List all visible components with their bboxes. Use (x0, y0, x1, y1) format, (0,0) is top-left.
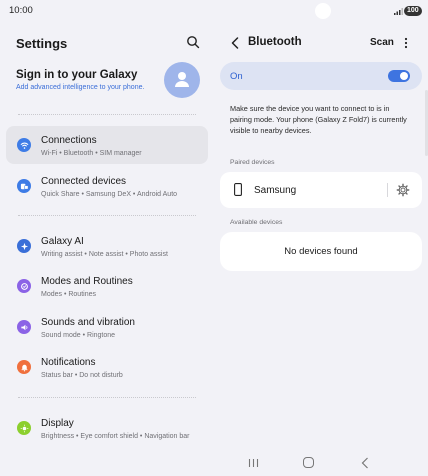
menu-item-subtitle: Brightness • Eye comfort shield • Naviga… (41, 433, 190, 440)
menu-item-subtitle: Sound mode • Ringtone (41, 332, 116, 339)
avatar[interactable] (164, 62, 200, 98)
wifi-icon (17, 138, 31, 152)
menu-item-title: Galaxy AI (41, 236, 84, 247)
menu-item-subtitle: Wi-Fi • Bluetooth • SIM manager (41, 150, 142, 157)
sound-icon (17, 320, 31, 334)
divider (387, 183, 388, 197)
divider (18, 215, 196, 216)
paired-device-samsung[interactable]: Samsung (220, 172, 422, 208)
notification-bell-icon (17, 360, 31, 374)
status-time: 10:00 (9, 5, 33, 16)
menu-item-display[interactable]: Display Brightness • Eye comfort shield … (6, 409, 208, 453)
switch-knob (400, 72, 408, 80)
menu-item-subtitle: Writing assist • Note assist • Photo ass… (41, 251, 168, 258)
divider (18, 397, 196, 398)
more-options-icon[interactable] (402, 36, 410, 50)
battery-icon: 100 (404, 6, 422, 16)
page-title: Settings (16, 36, 68, 51)
menu-item-title: Modes and Routines (41, 276, 133, 287)
person-icon (175, 72, 189, 87)
recents-icon[interactable] (248, 458, 259, 468)
bluetooth-pane: Bluetooth Scan On Make sure the device y… (214, 22, 428, 452)
available-devices-label: Available devices (230, 219, 283, 226)
connected-devices-icon (17, 179, 31, 193)
menu-item-title: Connections (41, 135, 97, 146)
available-devices-card: No devices found (220, 232, 422, 271)
navigation-bar (0, 452, 428, 476)
menu-item-title: Connected devices (41, 176, 127, 187)
bluetooth-switch[interactable] (388, 70, 410, 82)
scan-button[interactable]: Scan (370, 37, 394, 48)
visibility-description: Make sure the device you want to connect… (230, 104, 407, 135)
menu-item-connected-devices[interactable]: Connected devices Quick Share • Samsung … (6, 167, 208, 205)
toggle-label: On (230, 71, 243, 82)
status-bar: 10:00 100 (0, 0, 428, 22)
galaxy-ai-icon (17, 239, 31, 253)
back-arrow-icon[interactable] (230, 37, 240, 49)
page-title: Bluetooth (248, 36, 302, 48)
phone-icon (234, 183, 242, 196)
menu-item-subtitle: Status bar • Do not disturb (41, 372, 123, 379)
display-sun-icon (17, 421, 31, 435)
device-name: Samsung (254, 185, 297, 196)
menu-item-galaxy-ai[interactable]: Galaxy AI Writing assist • Note assist •… (6, 227, 208, 265)
settings-pane: Settings Sign in to your Galaxy Add adva… (0, 22, 214, 452)
menu-item-subtitle: Quick Share • Samsung DeX • Android Auto (41, 191, 178, 198)
gear-icon[interactable] (396, 183, 410, 197)
front-camera-cutout (315, 3, 331, 19)
home-icon[interactable] (303, 457, 314, 468)
modes-icon (17, 279, 31, 293)
paired-devices-label: Paired devices (230, 159, 275, 166)
menu-item-sounds-vibration[interactable]: Sounds and vibration Sound mode • Ringto… (6, 308, 208, 346)
empty-state-text: No devices found (284, 246, 358, 257)
bluetooth-toggle-row[interactable]: On (220, 62, 422, 90)
menu-item-modes-routines[interactable]: Modes and Routines Modes • Routines (6, 267, 208, 305)
signal-icon (394, 8, 403, 15)
menu-item-notifications[interactable]: Notifications Status bar • Do not distur… (6, 348, 208, 386)
menu-item-subtitle: Modes • Routines (41, 291, 96, 298)
menu-item-connections[interactable]: Connections Wi-Fi • Bluetooth • SIM mana… (6, 126, 208, 164)
divider (18, 114, 196, 115)
menu-item-title: Notifications (41, 357, 96, 368)
search-icon[interactable] (186, 35, 200, 49)
menu-item-title: Display (41, 418, 74, 429)
menu-item-title: Sounds and vibration (41, 317, 135, 328)
back-icon[interactable] (361, 457, 369, 469)
